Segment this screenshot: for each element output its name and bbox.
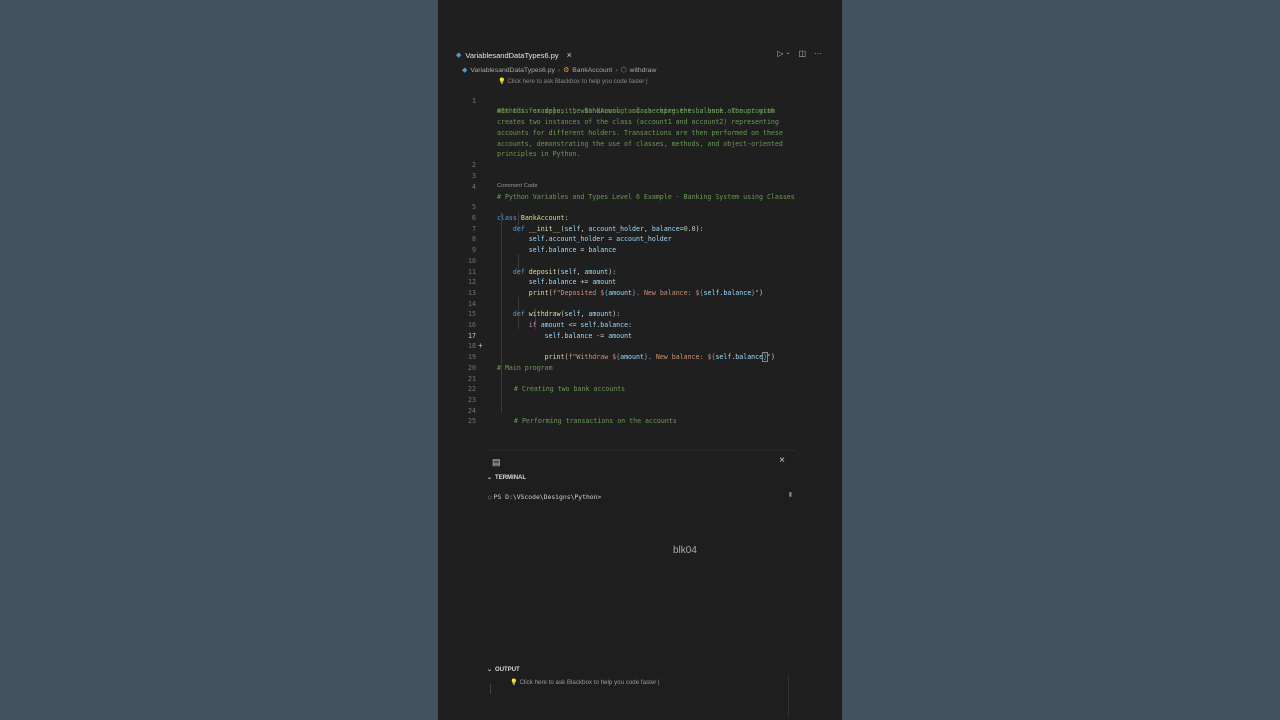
code-line: 11 self.balance += amount (438, 256, 842, 287)
tab-close-icon[interactable]: × (567, 50, 572, 60)
chevron-down-icon: ⌄ (487, 475, 493, 481)
code-line: 4 # Python Variables and Types Level 6 E… (438, 171, 842, 202)
divider (490, 684, 491, 694)
chevron-down-icon: ⌄ (487, 667, 493, 673)
code-line: 18 (438, 331, 842, 350)
code-line: 23 (438, 384, 842, 404)
lightbulb-icon: 💡 (510, 679, 518, 686)
close-icon[interactable]: × (779, 455, 785, 466)
vscode-window: ◆ VariablesandDataTypes6.py × ▷ ⌄ ◫ ··· … (438, 0, 842, 720)
code-line: 12 print(f"Deposited ${amount}. New bala… (438, 267, 842, 297)
breadcrumb-method[interactable]: withdraw (630, 67, 657, 74)
method-icon: ⬡ (620, 67, 627, 74)
code-line: 1 #In this example, the BankAccount clas… (438, 85, 842, 116)
class-icon: ⚙ (563, 67, 570, 74)
code-line: 20 (438, 352, 842, 372)
breadcrumb: ◆ VariablesandDataTypes6.py › ⚙ BankAcco… (462, 66, 657, 75)
code-line: 13 (438, 277, 842, 297)
code-line: 10 def deposit(self, amount): (438, 245, 842, 276)
code-line: 15 if amount <= self.balance: (438, 299, 842, 329)
clipboard-icon[interactable]: ▤ (492, 457, 501, 468)
scrollbar[interactable] (788, 676, 789, 716)
output-title: OUTPUT (495, 666, 520, 673)
code-line: 22 (438, 374, 842, 393)
code-line: 5 class BankAccount: (438, 192, 842, 222)
code-line: 2 (438, 150, 842, 169)
terminal-prompt[interactable]: ○ PS D:\VScode\Designs\Python> (488, 493, 601, 501)
code-line: 16 self.balance -= amount (438, 309, 842, 340)
lightbulb-icon: 💡 (498, 78, 506, 85)
python-file-icon: ◆ (462, 67, 468, 74)
chevron-down-icon[interactable]: ⌄ (785, 49, 790, 58)
terminal-title: TERMINAL (495, 474, 527, 481)
editor-actions: ▷ ⌄ ◫ ··· (777, 49, 822, 58)
python-file-icon: ◆ (456, 52, 462, 59)
code-line: 6 def __init__(self, account_holder, bal… (438, 202, 842, 233)
tab-label: VariablesandDataTypes6.py (465, 50, 559, 60)
breadcrumb-file[interactable]: VariablesandDataTypes6.py (470, 67, 555, 74)
code-line: 19 # Main program (438, 341, 842, 372)
chevron-right-icon: › (615, 66, 618, 74)
more-actions-icon[interactable]: ··· (814, 49, 822, 58)
split-editor-icon[interactable]: ◫ (798, 49, 806, 58)
blackbox-hint-text: Click here to ask Blackbox to help you c… (507, 78, 648, 85)
code-text: # Performing transactions on the account… (514, 417, 677, 426)
code-line-wrap: creates two instances of the class (acco… (438, 106, 842, 126)
code-line: 25 (438, 406, 842, 425)
output-header[interactable]: ⌄ OUTPUT (487, 666, 520, 674)
left-backdrop (0, 0, 438, 720)
chevron-right-icon: › (557, 66, 561, 74)
terminal-header[interactable]: ⌄ TERMINAL (487, 474, 527, 482)
tab-bar: ◆ VariablesandDataTypes6.py × ▷ ⌄ ◫ ··· (438, 46, 842, 62)
circle-icon: ○ (488, 494, 492, 501)
output-panel[interactable]: ⌄ OUTPUT 💡 Click here to ask Blackbox to… (487, 666, 795, 720)
code-line: 21 # Creating two bank accounts (438, 363, 842, 394)
code-line: 7 self.account_holder = account_holder (438, 213, 842, 244)
scrollbar[interactable]: ▮ (789, 491, 792, 498)
code-line-active: 17 + print(f"Withdraw ${amount}. New bal… (438, 320, 842, 363)
code-line: 24 # Performing transactions on the acco… (438, 395, 842, 426)
code-line: 3 (438, 160, 842, 180)
code-line: 8 self.balance = balance (438, 224, 842, 254)
tab-file[interactable]: ◆ VariablesandDataTypes6.py × (456, 48, 572, 62)
code-line: 14 def withdraw(self, amount): (438, 288, 842, 319)
watermark: blk04 (673, 545, 697, 556)
terminal-panel[interactable]: ▤ × ⌄ TERMINAL ○ PS D:\VScode\Designs\Pyt… (487, 450, 795, 667)
output-hint-text: Click here to ask Blackbox to help you c… (519, 679, 660, 686)
right-backdrop (842, 0, 1280, 720)
code-line: 9 (438, 234, 842, 254)
line-number: 25 (468, 417, 476, 426)
comment-code-lens[interactable]: Comment Code (497, 182, 538, 191)
breadcrumb-class[interactable]: BankAccount (572, 67, 612, 74)
code-line-wrap: principles in Python. (438, 139, 842, 158)
code-line-wrap: accounts, demonstrating the use of class… (438, 128, 842, 148)
code-editor[interactable]: 1 #In this example, the BankAccount clas… (438, 85, 842, 426)
terminal-prompt-text: PS D:\VScode\Designs\Python> (493, 493, 602, 501)
blackbox-hint[interactable]: 💡 Click here to ask Blackbox to help you… (498, 77, 648, 85)
code-line-wrap: accounts for different holders. Transact… (438, 117, 842, 137)
output-hint[interactable]: 💡 Click here to ask Blackbox to help you… (510, 678, 660, 686)
run-icon[interactable]: ▷ (777, 49, 783, 58)
code-line-wrap: methods for deposit, withdrawal, and che… (438, 96, 842, 115)
